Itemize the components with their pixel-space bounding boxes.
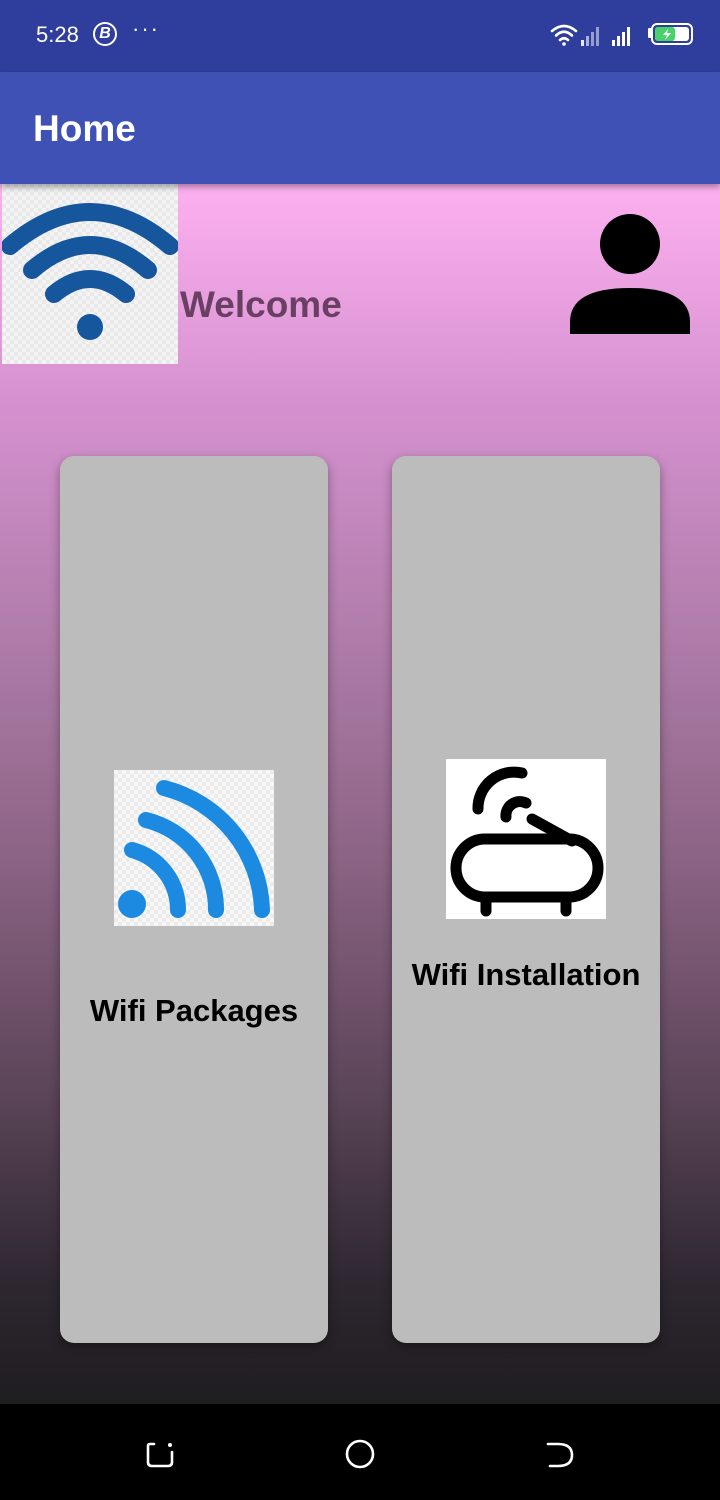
- signal-icon: [612, 27, 630, 46]
- page-title: Home: [33, 108, 136, 149]
- welcome-text: Welcome: [180, 284, 342, 325]
- wifi-installation-image: [446, 759, 606, 919]
- home-content: Welcome Wifi Packages Wifi Installation: [0, 184, 720, 1404]
- wifi-icon: [550, 24, 578, 46]
- status-badge-icon: B: [93, 22, 117, 46]
- more-notifications-icon: ···: [132, 16, 160, 41]
- app-bar: Home: [0, 72, 720, 184]
- battery-charging-icon: [648, 23, 693, 45]
- app-logo: [1, 184, 179, 364]
- signal-icon: [581, 27, 599, 46]
- status-bar: 5:28 B ···: [0, 0, 720, 72]
- wifi-signal-icon: [118, 780, 270, 918]
- wifi-installation-card[interactable]: Wifi Installation: [392, 456, 660, 1343]
- home-icon[interactable]: [344, 1438, 376, 1470]
- wifi-packages-label: Wifi Packages: [89, 993, 299, 1028]
- router-icon: [450, 766, 604, 917]
- person-icon[interactable]: [566, 212, 694, 336]
- wifi-icon: [1, 203, 179, 340]
- wifi-packages-card[interactable]: Wifi Packages: [60, 456, 328, 1343]
- wifi-packages-image: [114, 770, 274, 926]
- status-time: 5:28: [36, 22, 79, 47]
- system-nav-bar: [0, 1404, 720, 1500]
- status-icons: [550, 23, 693, 46]
- wifi-installation-label: Wifi Installation: [411, 957, 641, 992]
- recents-icon[interactable]: [144, 1438, 176, 1470]
- back-icon[interactable]: [544, 1438, 576, 1470]
